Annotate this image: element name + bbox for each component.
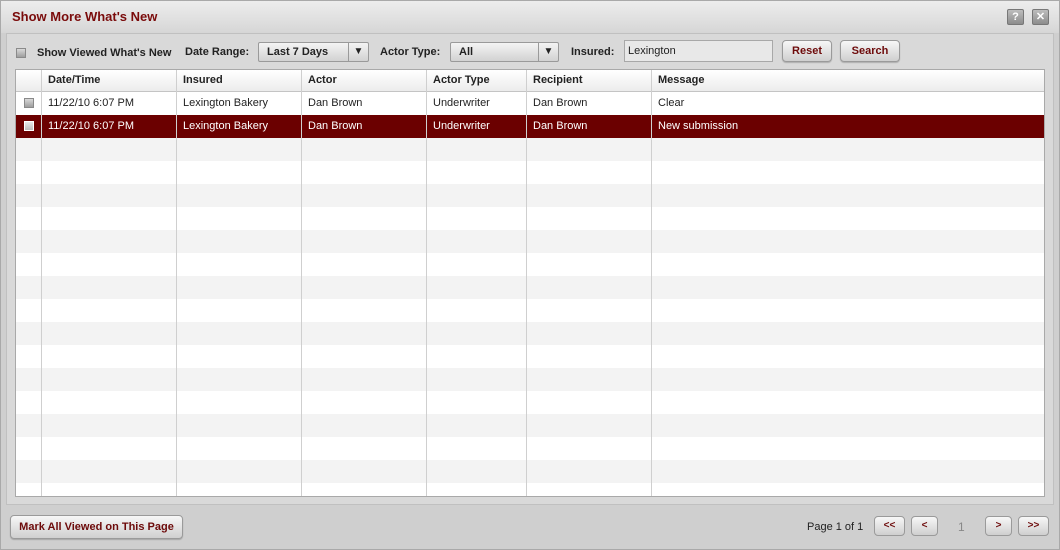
- cell-datetime: 11/22/10 6:07 PM: [48, 97, 135, 109]
- prev-page-button[interactable]: <: [911, 516, 938, 536]
- empty-row: [16, 437, 1044, 460]
- cell-actor-type: Underwriter: [433, 120, 490, 132]
- date-range-select[interactable]: Last 7 Days ▼: [258, 42, 369, 62]
- help-icon[interactable]: ?: [1007, 9, 1024, 25]
- empty-row: [16, 161, 1044, 184]
- show-viewed-checkbox[interactable]: [16, 48, 26, 58]
- column-header-actor-type[interactable]: Actor Type: [433, 74, 490, 86]
- whats-new-dialog: Show More What's New ? ✕ Show Viewed Wha…: [0, 0, 1060, 550]
- table-row-selected[interactable]: 11/22/10 6:07 PM Lexington Bakery Dan Br…: [16, 115, 1044, 138]
- column-header-datetime[interactable]: Date/Time: [48, 74, 100, 86]
- cell-insured: Lexington Bakery: [183, 120, 268, 132]
- actor-type-label: Actor Type:: [380, 46, 441, 58]
- insured-input[interactable]: [624, 40, 773, 62]
- close-icon[interactable]: ✕: [1032, 9, 1049, 25]
- chevron-down-icon[interactable]: ▼: [538, 43, 558, 61]
- empty-row: [16, 414, 1044, 437]
- chevron-down-icon[interactable]: ▼: [348, 43, 368, 61]
- show-viewed-label: Show Viewed What's New: [37, 47, 172, 59]
- column-header-insured[interactable]: Insured: [183, 74, 223, 86]
- empty-row: [16, 460, 1044, 483]
- current-page-number: 1: [958, 520, 965, 534]
- row-checkbox[interactable]: [24, 121, 34, 131]
- cell-actor: Dan Brown: [308, 97, 363, 109]
- insured-label: Insured:: [571, 46, 615, 58]
- actor-type-value: All: [459, 46, 474, 58]
- page-info: Page 1 of 1: [807, 521, 864, 533]
- empty-row: [16, 276, 1044, 299]
- table-header: Date/Time Insured Actor Actor Type Recip…: [16, 70, 1044, 92]
- row-checkbox[interactable]: [24, 98, 34, 108]
- empty-row: [16, 253, 1044, 276]
- cell-actor: Dan Brown: [308, 120, 363, 132]
- results-panel: Show Viewed What's New Date Range: Last …: [6, 33, 1054, 505]
- empty-row: [16, 230, 1044, 253]
- next-page-button[interactable]: >: [985, 516, 1012, 536]
- date-range-value: Last 7 Days: [267, 46, 329, 58]
- column-header-message[interactable]: Message: [658, 74, 704, 86]
- empty-row: [16, 368, 1044, 391]
- cell-insured: Lexington Bakery: [183, 97, 268, 109]
- search-button[interactable]: Search: [840, 40, 900, 62]
- cell-message: New submission: [658, 120, 739, 132]
- filter-bar: Show Viewed What's New Date Range: Last …: [7, 34, 1053, 70]
- dialog-title: Show More What's New: [12, 9, 158, 24]
- empty-row: [16, 207, 1044, 230]
- column-header-recipient[interactable]: Recipient: [533, 74, 583, 86]
- empty-row: [16, 138, 1044, 161]
- empty-row: [16, 345, 1044, 368]
- last-page-button[interactable]: >>: [1018, 516, 1049, 536]
- dialog-footer: Mark All Viewed on This Page Page 1 of 1…: [1, 505, 1059, 549]
- date-range-label: Date Range:: [185, 46, 250, 58]
- empty-row: [16, 184, 1044, 207]
- cell-actor-type: Underwriter: [433, 97, 490, 109]
- empty-row: [16, 322, 1044, 345]
- cell-recipient: Dan Brown: [533, 97, 588, 109]
- cell-recipient: Dan Brown: [533, 120, 588, 132]
- empty-row: [16, 483, 1044, 496]
- empty-row: [16, 391, 1044, 414]
- reset-button[interactable]: Reset: [782, 40, 832, 62]
- dialog-titlebar: Show More What's New ? ✕: [1, 1, 1059, 33]
- actor-type-select[interactable]: All ▼: [450, 42, 559, 62]
- column-header-actor[interactable]: Actor: [308, 74, 337, 86]
- empty-row: [16, 299, 1044, 322]
- cell-message: Clear: [658, 97, 685, 109]
- mark-all-viewed-button[interactable]: Mark All Viewed on This Page: [10, 515, 183, 539]
- first-page-button[interactable]: <<: [874, 516, 905, 536]
- whats-new-table: Date/Time Insured Actor Actor Type Recip…: [15, 69, 1045, 497]
- table-row[interactable]: 11/22/10 6:07 PM Lexington Bakery Dan Br…: [16, 92, 1044, 115]
- cell-datetime: 11/22/10 6:07 PM: [48, 120, 135, 132]
